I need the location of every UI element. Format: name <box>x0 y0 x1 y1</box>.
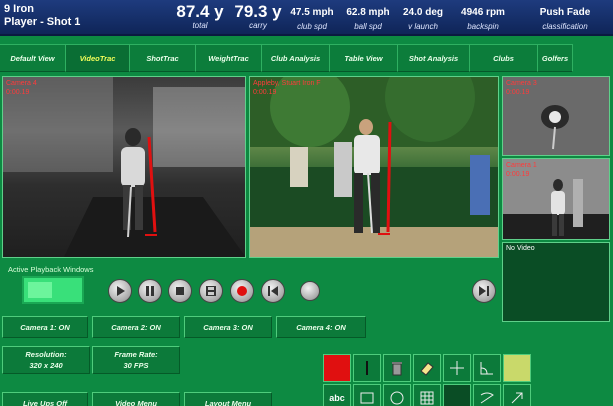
skip-forward-icon <box>479 286 489 296</box>
tab-golfers[interactable]: Golfers <box>538 44 573 72</box>
record-button[interactable] <box>230 279 254 303</box>
record-icon <box>237 286 247 296</box>
color-yellow-swatch[interactable] <box>503 354 531 382</box>
grid-tool-button[interactable] <box>413 384 441 406</box>
arrow-tool-button[interactable] <box>503 384 531 406</box>
pause-button[interactable] <box>138 279 162 303</box>
skip-to-end-button[interactable] <box>472 279 496 303</box>
camera-1-view[interactable]: Camera 1 0:00.19 <box>502 158 610 240</box>
camera-4-time: 0:00.19 <box>6 89 30 96</box>
angle-tool-button[interactable] <box>473 354 501 382</box>
pause-icon <box>146 286 154 296</box>
camera-4-toggle[interactable]: Camera 4: ON <box>276 316 366 338</box>
header-bar: 9 Iron Player - Shot 1 87.4 y total 79.3 … <box>0 0 613 36</box>
line-tool-button[interactable] <box>353 354 381 382</box>
angle-icon <box>480 362 493 375</box>
tab-shottrac[interactable]: ShotTrac <box>130 44 196 72</box>
drawing-tools-palette: abc <box>320 350 540 406</box>
camera-3-toggle[interactable]: Camera 3: ON <box>184 316 272 338</box>
metric-ball-speed: 62.8 mph ball spd <box>346 7 390 31</box>
floppy-disk-icon <box>206 286 216 296</box>
slow-motion-button[interactable] <box>300 281 320 301</box>
tab-shot-analysis[interactable]: Shot Analysis <box>398 44 470 72</box>
grid-icon <box>420 391 434 405</box>
trash-icon <box>392 362 402 376</box>
save-button[interactable] <box>199 279 223 303</box>
no-video-label: No Video <box>506 245 535 252</box>
trash-button[interactable] <box>383 354 411 382</box>
circle-icon <box>390 391 404 405</box>
metric-launch: 24.0 deg v launch <box>402 7 444 31</box>
camera-4-view[interactable]: Camera 4 0:00.19 <box>2 76 246 258</box>
resolution-setting[interactable]: Resolution: 320 x 240 <box>2 346 90 374</box>
active-playback-window-selector[interactable] <box>22 276 84 304</box>
rectangle-icon <box>360 392 374 404</box>
camera-1-time: 0:00.19 <box>506 171 530 178</box>
stop-button[interactable] <box>168 279 192 303</box>
rectangle-tool-button[interactable] <box>353 384 381 406</box>
metric-carry: 79.3 y carry <box>234 2 282 30</box>
video-menu-button[interactable]: Video Menu <box>92 392 180 406</box>
arrow-icon <box>511 392 523 404</box>
tab-bar: Default View VideoTrac ShotTrac WeightTr… <box>0 44 613 72</box>
tab-default-view[interactable]: Default View <box>0 44 66 72</box>
camera-4-image <box>3 77 245 257</box>
eraser-button[interactable] <box>413 354 441 382</box>
shot-title: 9 Iron Player - Shot 1 <box>4 3 80 29</box>
eraser-icon <box>420 362 434 376</box>
tab-clubs[interactable]: Clubs <box>470 44 538 72</box>
live-ups-button[interactable]: Live Ups Off <box>2 392 88 406</box>
color-red-swatch[interactable] <box>323 354 351 382</box>
play-button[interactable] <box>108 279 132 303</box>
camera-1-name: Camera 1 <box>506 162 537 169</box>
play-icon <box>117 286 125 296</box>
rewind-to-start-button[interactable] <box>261 279 285 303</box>
resolution-label: Resolution: <box>25 350 67 359</box>
main-camera-view[interactable]: Appleby, Stuart Iron F 0:00.19 <box>249 76 499 258</box>
club-name: 9 Iron <box>4 3 34 15</box>
tab-videotrac[interactable]: VideoTrac <box>66 44 130 72</box>
metric-club-speed: 47.5 mph club spd <box>290 7 334 31</box>
resolution-value: 320 x 240 <box>29 361 63 370</box>
metric-classification: Push Fade classification <box>539 7 591 31</box>
player-shot: Player - Shot 1 <box>4 16 81 28</box>
main-camera-image <box>250 77 498 257</box>
camera-1-toggle[interactable]: Camera 1: ON <box>2 316 88 338</box>
stop-icon <box>176 287 184 295</box>
squiggle-icon <box>480 392 494 404</box>
freehand-tool-button[interactable] <box>473 384 501 406</box>
camera-3-name: Camera 3 <box>506 80 537 87</box>
camera-2-toggle[interactable]: Camera 2: ON <box>92 316 180 338</box>
main-camera-time: 0:00.19 <box>253 89 277 96</box>
metric-backspin: 4946 rpm backspin <box>461 7 505 31</box>
crosshair-tool-button[interactable] <box>443 354 471 382</box>
no-video-panel: No Video <box>502 242 610 322</box>
playback-windows-label: Active Playback Windows <box>8 265 94 274</box>
tab-weighttrac[interactable]: WeightTrac <box>196 44 262 72</box>
metric-total: 87.4 y total <box>176 2 224 30</box>
tab-table-view[interactable]: Table View <box>330 44 398 72</box>
crosshair-icon <box>450 361 464 375</box>
frame-rate-setting[interactable]: Frame Rate: 30 FPS <box>92 346 180 374</box>
frame-rate-value: 30 FPS <box>123 361 149 370</box>
frame-rate-label: Frame Rate: <box>114 350 158 359</box>
camera-4-name: Camera 4 <box>6 80 37 87</box>
skip-back-icon <box>268 286 278 296</box>
fill-tool-button[interactable] <box>443 384 471 406</box>
camera-3-view[interactable]: Camera 3 0:00.19 <box>502 76 610 156</box>
layout-menu-button[interactable]: Layout Menu <box>184 392 272 406</box>
vertical-line-icon <box>366 361 368 375</box>
text-tool-button[interactable]: abc <box>323 384 351 406</box>
circle-tool-button[interactable] <box>383 384 411 406</box>
tab-club-analysis[interactable]: Club Analysis <box>262 44 330 72</box>
camera-3-time: 0:00.19 <box>506 89 530 96</box>
main-camera-name: Appleby, Stuart Iron F <box>253 80 321 87</box>
